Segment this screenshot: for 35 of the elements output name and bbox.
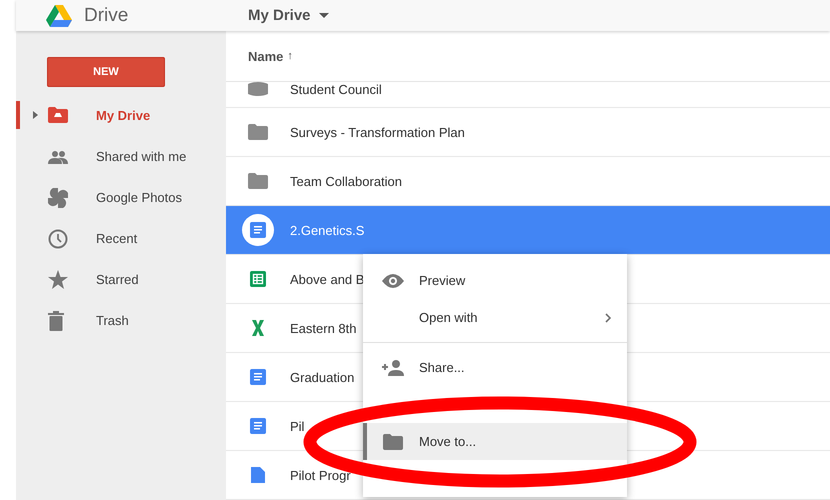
document-icon bbox=[250, 369, 266, 385]
document-icon bbox=[250, 222, 266, 238]
app-name: Drive bbox=[84, 4, 128, 26]
menu-item[interactable]: Share... bbox=[363, 349, 627, 386]
column-header[interactable]: Name ↑ bbox=[226, 31, 830, 82]
file-row[interactable]: Surveys - Transformation Plan bbox=[226, 108, 830, 157]
location-dropdown[interactable]: My Drive bbox=[248, 7, 329, 24]
file-icon bbox=[251, 467, 265, 483]
pinwheel-icon bbox=[48, 188, 68, 208]
star-icon bbox=[48, 270, 68, 289]
menu-item[interactable]: Open with bbox=[363, 299, 627, 336]
menu-item[interactable]: Move to... bbox=[363, 423, 627, 460]
drive-folder-icon bbox=[48, 107, 68, 123]
new-button[interactable]: NEW bbox=[47, 57, 165, 87]
eye-icon bbox=[382, 274, 404, 288]
sidebar-item[interactable]: Recent bbox=[16, 218, 226, 259]
sidebar-item[interactable]: Starred bbox=[16, 259, 226, 300]
menu-item[interactable]: Preview bbox=[363, 262, 627, 299]
clock-icon bbox=[48, 228, 68, 248]
caret-icon bbox=[318, 13, 329, 18]
people-icon bbox=[48, 150, 68, 164]
sidebar-item[interactable]: Shared with me bbox=[16, 136, 226, 177]
spreadsheet-icon bbox=[250, 271, 266, 287]
file-row[interactable]: Student Council bbox=[226, 82, 830, 108]
sidebar-item[interactable]: My Drive bbox=[16, 101, 226, 129]
chevron-right-icon bbox=[605, 312, 611, 322]
expand-arrow-icon bbox=[32, 111, 38, 119]
sidebar-item[interactable]: Trash bbox=[16, 300, 226, 341]
add-person-icon bbox=[382, 360, 404, 376]
sidebar-item[interactable]: Google Photos bbox=[16, 177, 226, 218]
x-letter-icon bbox=[251, 320, 265, 336]
trash-icon bbox=[48, 310, 64, 330]
document-icon bbox=[250, 418, 266, 434]
drive-logo-icon bbox=[46, 4, 72, 26]
file-row[interactable]: 2.Genetics.S bbox=[226, 206, 830, 255]
